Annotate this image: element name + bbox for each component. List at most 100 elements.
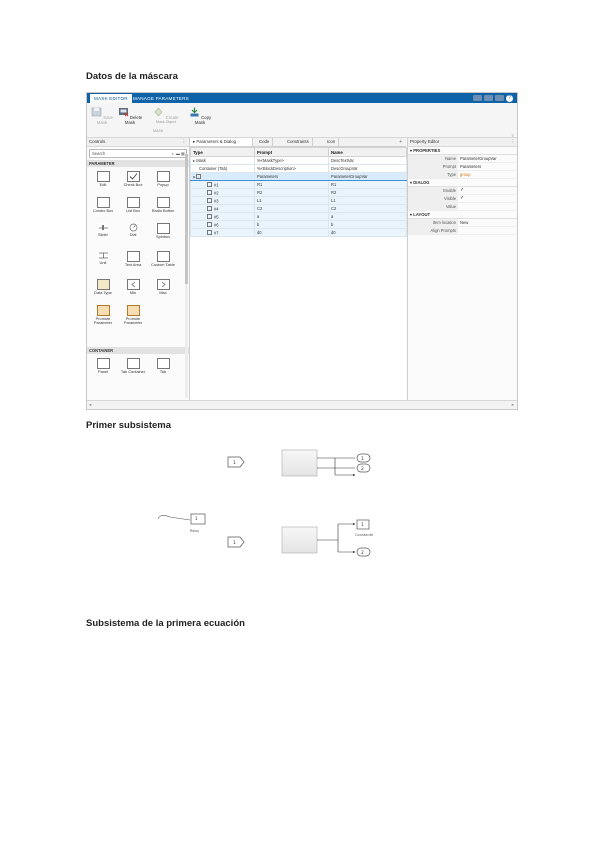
tab-constraints[interactable]: Constraints — [284, 138, 313, 146]
bottom-outport-2[interactable]: 2 — [356, 547, 371, 557]
property-value[interactable]: New — [460, 219, 468, 226]
table-row[interactable]: #4 C2 C2 — [190, 204, 407, 213]
property-row-type[interactable]: Type group — [408, 171, 517, 179]
bottom-inport[interactable]: 1 — [227, 536, 245, 548]
property-row-enable[interactable]: Enable ✓ — [408, 187, 517, 195]
edit-field-icon — [207, 213, 212, 219]
control-data-type[interactable]: Data Type — [89, 279, 117, 295]
container-controls-grid: Panel Tab Container Tab — [87, 354, 189, 394]
custom-table-icon — [156, 251, 170, 262]
section-container[interactable]: CONTAINER — [87, 347, 189, 354]
property-row-prompt[interactable]: Prompt Parameters — [408, 163, 517, 171]
control-radio-button[interactable]: Radio Button — [149, 197, 177, 213]
horizontal-scrollbar[interactable]: ◂ ▸ — [87, 400, 517, 409]
visible-checkbox[interactable]: ✓ — [460, 195, 464, 202]
control-edit[interactable]: Edit — [89, 171, 117, 187]
control-tab-container[interactable]: Tab Container — [119, 358, 147, 374]
table-row[interactable]: Container (Tab) %<BlockDescription> Desc… — [190, 164, 407, 173]
control-unit[interactable]: Unit — [89, 251, 117, 265]
control-check-box[interactable]: Check Box — [119, 171, 147, 187]
edit-field-icon — [207, 197, 212, 203]
property-row-value[interactable]: Value — [408, 203, 517, 211]
tab-code[interactable]: Code — [256, 138, 274, 146]
property-row-visible[interactable]: Visible ✓ — [408, 195, 517, 203]
scrollbar-thumb[interactable] — [185, 154, 188, 284]
table-row[interactable]: #7 d0 d0 — [190, 228, 407, 237]
controls-search-input[interactable]: Search ⌕ ▬ ▦ — [89, 149, 187, 158]
tab-manage-parameters[interactable]: MANAGE PARAMETERS — [129, 95, 193, 103]
table-row-selected[interactable]: ▾ Parameters ParameterGroupVar — [190, 172, 407, 181]
combo-box-icon — [96, 197, 110, 208]
add-tab-icon[interactable]: + — [399, 138, 402, 146]
enable-checkbox[interactable]: ✓ — [460, 187, 464, 194]
tab-mask-editor[interactable]: MASK EDITOR — [90, 94, 132, 103]
create-mask-object-button[interactable]: Create Mask Object — [153, 107, 179, 124]
save-mask-button[interactable]: Save Mask — [89, 107, 115, 125]
table-row[interactable]: #1 R1 R1 — [190, 180, 407, 189]
controls-panel: Controls ⋮ Search ⌕ ▬ ▦ PARAMETER Edit C… — [87, 138, 190, 400]
checkbox-icon — [126, 171, 140, 182]
control-popup[interactable]: Popup — [149, 171, 177, 187]
table-row[interactable]: #5 a a — [190, 212, 407, 221]
window-button[interactable] — [473, 95, 482, 101]
top-inport[interactable]: 1 — [227, 456, 245, 468]
section-properties[interactable]: ▾ PROPERTIES — [408, 147, 517, 155]
panel-menu-icon[interactable]: ⋮ — [182, 138, 186, 146]
column-prompt[interactable]: Prompt — [254, 147, 329, 157]
cell-prompt: L1 — [254, 196, 329, 205]
table-row[interactable]: ▸ Mask %<MaskType> DescTextVar — [190, 156, 407, 165]
control-max[interactable]: Max — [149, 279, 177, 295]
control-list-box[interactable]: List Box — [119, 197, 147, 213]
property-key: Name — [408, 155, 458, 162]
promote-parameter-icon — [96, 305, 110, 316]
bottom-outport-1[interactable]: 1 Constante — [355, 519, 374, 537]
control-label: Promote Parameter — [123, 316, 143, 326]
top-outport-2[interactable]: 2 — [356, 463, 371, 473]
help-icon[interactable]: ? — [506, 95, 513, 102]
control-panel[interactable]: Panel — [89, 358, 117, 374]
window-button[interactable] — [484, 95, 493, 101]
bottom-subsystem-block[interactable] — [281, 526, 318, 554]
section-parameter[interactable]: PARAMETER — [87, 160, 189, 167]
tab-icon[interactable]: Icon — [324, 138, 340, 146]
column-type[interactable]: Type — [190, 147, 255, 157]
control-promote-parameter-many[interactable]: Promote Parameter — [119, 305, 147, 326]
controls-scrollbar[interactable] — [185, 154, 188, 398]
section-layout[interactable]: ▾ LAYOUT — [408, 211, 517, 219]
scroll-right-icon[interactable]: ▸ — [512, 402, 514, 408]
top-subsystem-block[interactable] — [281, 449, 318, 477]
table-row[interactable]: #3 L1 L1 — [190, 196, 407, 205]
property-key: Value — [408, 203, 458, 210]
control-label: Edit — [99, 182, 107, 187]
control-promote-parameter[interactable]: Promote Parameter — [89, 305, 117, 326]
control-min[interactable]: Min — [119, 279, 147, 295]
control-dial[interactable]: Dial — [119, 223, 147, 237]
tab-parameters-dialog[interactable]: ▸ Parameters & Dialog — [190, 138, 253, 146]
control-text-area[interactable]: Text Area — [119, 251, 147, 267]
table-row[interactable]: #6 b b — [190, 220, 407, 229]
property-row-align-prompts[interactable]: Align Prompts — [408, 227, 517, 235]
property-row-name[interactable]: Name ParameterGroupVar — [408, 155, 517, 163]
scroll-left-icon[interactable]: ◂ — [89, 402, 91, 408]
cell-text: #6 — [214, 222, 219, 228]
cell-type: #3 — [190, 196, 255, 205]
list-view-icon[interactable]: ▬ — [176, 150, 180, 157]
control-spinbox[interactable]: Spinbox — [149, 223, 177, 239]
copy-mask-icon — [190, 107, 199, 117]
panel-menu-icon[interactable]: ⋮ — [511, 138, 515, 146]
top-outport-1[interactable]: 1 — [356, 453, 371, 463]
window-button[interactable] — [495, 95, 504, 101]
copy-mask-button[interactable]: Copy Mask — [187, 107, 213, 125]
section-dialog[interactable]: ▾ DIALOG — [408, 179, 517, 187]
control-combo-box[interactable]: Combo Box — [89, 197, 117, 213]
control-custom-table[interactable]: Custom Table — [149, 251, 177, 267]
table-row[interactable]: #2 R2 R2 — [190, 188, 407, 197]
property-row-item-location[interactable]: Item location New — [408, 219, 517, 227]
clock-block[interactable]: 1 Reloj — [190, 513, 206, 533]
control-slider[interactable]: Slider — [89, 223, 117, 237]
delete-mask-button[interactable]: Delete Mask — [117, 107, 143, 125]
column-name[interactable]: Name — [328, 147, 407, 157]
control-tab[interactable]: Tab — [149, 358, 177, 374]
cell-type: #5 — [190, 212, 255, 221]
cell-type: Container (Tab) — [190, 164, 255, 173]
